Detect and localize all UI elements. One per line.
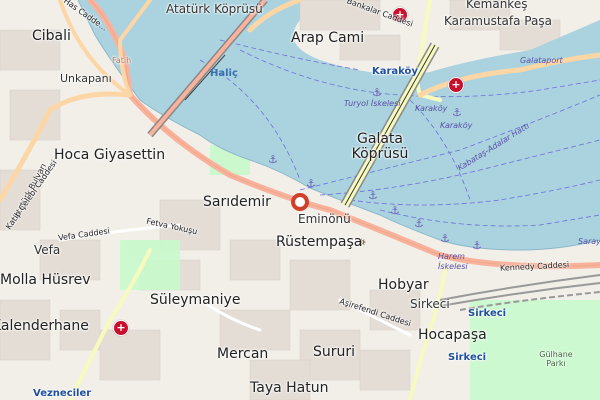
label-saridemir: Sarıdemir (203, 194, 271, 210)
ferry-terminal-icon[interactable]: ⚓ (414, 218, 424, 229)
label-turyol-iskelesi: Turyol İskelesi (344, 99, 401, 108)
hospital-icon[interactable]: + (113, 320, 129, 336)
label-kemankes: Kemankeş (466, 0, 528, 11)
location-marker-icon[interactable] (291, 193, 309, 211)
label-galata-koprusu: Galata Köprüsü (351, 131, 409, 162)
ferry-terminal-icon[interactable]: ⚓ (268, 154, 278, 165)
label-taya-hatun: Taya Hatun (250, 380, 329, 396)
label-galataport: Galataport (520, 56, 563, 65)
label-suleymaniye: Süleymaniye (150, 292, 241, 308)
label-saray: Saray... (578, 237, 600, 246)
label-gulhane: Gülhane Parkı (539, 350, 573, 368)
label-karakoy-pier: Karaköy (415, 104, 448, 113)
ferry-terminal-icon[interactable]: ⚓ (472, 240, 482, 251)
ferry-terminal-icon[interactable]: ⚓ (390, 205, 400, 216)
label-vefa: Vefa (34, 243, 61, 257)
label-cibali: Cibali (32, 28, 71, 44)
ferry-terminal-icon[interactable]: ⚓ (452, 107, 462, 118)
map-view[interactable]: + + + ⚓ ⚓ ⚓ ⚓ ⚓ ⚓ ⚓ ⚓ ⚓ ⛯ Atatürk Köprüs… (0, 0, 600, 400)
hospital-icon[interactable]: + (448, 77, 464, 93)
label-sururi: Sururi (313, 344, 356, 360)
label-karakoy-pier-2: Karaköy (440, 121, 473, 130)
ferry-terminal-icon[interactable]: ⚓ (440, 233, 450, 244)
label-mercan: Mercan (217, 346, 269, 362)
label-sirkeci-station: Sirkeci (468, 308, 507, 319)
label-karamustafa: Karamustafa Paşa (444, 14, 552, 28)
label-halic: Haliç (210, 68, 238, 79)
label-vezneciler: Vezneciler (33, 388, 92, 399)
label-sirkeci: Sirkeci (410, 297, 450, 311)
label-harem-iskelesi: Harem İskelesi (438, 252, 468, 271)
label-arap-cami: Arap Cami (291, 30, 365, 46)
label-hocapasa: Hocapaşa (418, 327, 487, 343)
label-hobyar: Hobyar (378, 277, 429, 293)
label-sirkeci-station-2: Sirkeci (448, 352, 487, 363)
label-rustempasa: Rüstempaşa (276, 234, 363, 250)
label-fatih: Fatih (112, 56, 132, 65)
label-unkapani: Unkapanı (60, 72, 112, 85)
label-ataturk-bridge: Atatürk Köprüsü (166, 2, 263, 16)
ferry-terminal-icon[interactable]: ⚓ (306, 178, 316, 189)
label-eminonu: Eminönü (298, 212, 351, 226)
label-karakoy: Karaköy (372, 66, 418, 77)
label-hoca-giyasettin: Hoca Giyasettin (54, 147, 166, 163)
label-molla-husrev: Molla Hüsrev (0, 272, 91, 288)
ferry-terminal-icon[interactable]: ⚓ (368, 190, 378, 201)
ferry-terminal-icon[interactable]: ⚓ (372, 87, 382, 98)
label-kalenderhane: Kalenderhane (0, 318, 89, 334)
